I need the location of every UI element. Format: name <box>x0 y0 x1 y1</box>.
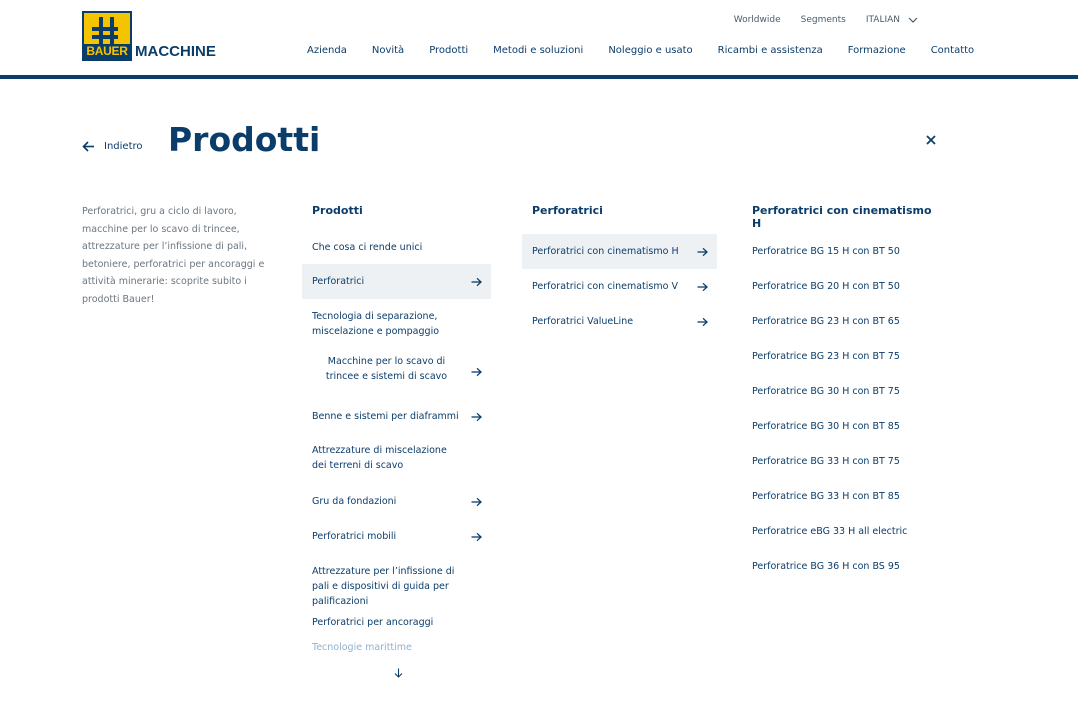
product-link[interactable]: Perforatrice BG 33 H con BT 85 <box>742 479 942 514</box>
product-link-label: Perforatrice BG 23 H con BT 75 <box>752 351 900 362</box>
menu-item-label: Attrezzature di miscelazione dei terreni… <box>312 445 447 471</box>
nav-item-prodotti[interactable]: Prodotti <box>429 45 468 56</box>
product-link-label: Perforatrice BG 36 H con BS 95 <box>752 561 900 572</box>
product-link[interactable]: Perforatrice BG 20 H con BT 50 <box>742 269 942 304</box>
menu-item[interactable]: Che cosa ci rende unici <box>302 230 491 264</box>
cinematismo-h-column: Perforatrici con cinematismo H Perforatr… <box>742 204 942 584</box>
menu-item-label: Perforatrici con cinematismo V <box>532 281 678 292</box>
menu-item[interactable]: Perforatrici con cinematismo V <box>522 269 717 304</box>
arrow-right-icon <box>697 282 708 291</box>
arrow-right-icon <box>697 247 708 256</box>
page-title: Prodotti <box>168 120 321 159</box>
menu-item[interactable]: Attrezzature per l’infissione di pali e … <box>302 554 491 607</box>
column-heading: Prodotti <box>312 204 363 217</box>
product-link[interactable]: Perforatrice BG 23 H con BT 75 <box>742 339 942 374</box>
bauer-logo[interactable]: BAUER MACCHINE <box>82 11 216 61</box>
product-link-label: Perforatrice BG 30 H con BT 75 <box>752 386 900 397</box>
menu-item-label: Perforatrici per ancoraggi <box>312 616 434 628</box>
scroll-down-icon[interactable] <box>394 668 403 678</box>
product-link-label: Perforatrice BG 23 H con BT 65 <box>752 316 900 327</box>
menu-item-label: Benne e sistemi per diaframmi <box>312 411 459 422</box>
product-link-label: Perforatrice BG 15 H con BT 50 <box>752 246 900 257</box>
back-label: Indietro <box>104 141 143 152</box>
products-column: Prodotti Che cosa ci rende unici Perfora… <box>302 204 491 660</box>
perforatrici-column: Perforatrici Perforatrici con cinematism… <box>522 204 717 339</box>
main-nav: Azienda Novità Prodotti Metodi e soluzio… <box>307 45 974 56</box>
menu-item-label: Gru da fondazioni <box>312 496 397 507</box>
column-heading: Perforatrici con cinematismo H <box>752 204 932 230</box>
product-link-label: Perforatrice eBG 33 H all electric <box>752 526 908 537</box>
segments-link[interactable]: Segments <box>801 15 846 25</box>
arrow-right-icon <box>471 277 482 286</box>
menu-item-label: Che cosa ci rende unici <box>312 242 423 253</box>
menu-item[interactable]: Attrezzature di miscelazione dei terreni… <box>302 434 491 484</box>
menu-item-label: Perforatrici con cinematismo H <box>532 246 679 257</box>
product-link[interactable]: Perforatrice BG 15 H con BT 50 <box>742 234 942 269</box>
product-link[interactable]: Perforatrice BG 36 H con BS 95 <box>742 549 942 584</box>
menu-item-cinematismo-h[interactable]: Perforatrici con cinematismo H <box>522 234 717 269</box>
chevron-down-icon <box>908 17 918 23</box>
product-link-label: Perforatrice BG 33 H con BT 75 <box>752 456 900 467</box>
product-link-label: Perforatrice BG 30 H con BT 85 <box>752 421 900 432</box>
menu-item-label: Perforatrici mobili <box>312 531 397 542</box>
logo-brand-name: MACCHINE <box>135 43 216 60</box>
product-link[interactable]: Perforatrice BG 23 H con BT 65 <box>742 304 942 339</box>
nav-item-azienda[interactable]: Azienda <box>307 45 347 56</box>
product-link[interactable]: Perforatrice BG 30 H con BT 75 <box>742 374 942 409</box>
menu-item[interactable]: Gru da fondazioni <box>302 484 491 519</box>
menu-item[interactable]: Perforatrici per ancoraggi <box>302 604 491 640</box>
logo-bauer-label: BAUER <box>84 44 130 59</box>
arrow-right-icon <box>471 367 482 377</box>
language-label: ITALIAN <box>865 15 900 25</box>
arrow-right-icon <box>471 497 482 506</box>
back-button[interactable]: Indietro <box>82 141 143 152</box>
nav-item-metodi[interactable]: Metodi e soluzioni <box>493 45 583 56</box>
nav-item-contatto[interactable]: Contatto <box>931 45 974 56</box>
arrow-right-icon <box>471 412 482 421</box>
logo-symbol-icon <box>92 17 118 47</box>
nav-item-novita[interactable]: Novità <box>372 45 404 56</box>
worldwide-link[interactable]: Worldwide <box>734 15 781 25</box>
menu-item[interactable]: Perforatrici ValueLine <box>522 304 717 339</box>
product-link[interactable]: Perforatrice BG 33 H con BT 75 <box>742 444 942 479</box>
nav-item-formazione[interactable]: Formazione <box>848 45 906 56</box>
menu-item-perforatrici[interactable]: Perforatrici <box>302 264 491 299</box>
product-link-label: Perforatrice BG 33 H con BT 85 <box>752 491 900 502</box>
column-heading: Perforatrici <box>532 204 603 217</box>
menu-item[interactable]: Macchine per lo scavo di trincee e siste… <box>302 349 491 399</box>
menu-item-label: Perforatrici ValueLine <box>532 316 634 327</box>
product-link[interactable]: Perforatrice eBG 33 H all electric <box>742 514 942 549</box>
language-selector[interactable]: ITALIAN <box>866 15 918 25</box>
intro-text: Perforatrici, gru a ciclo di lavoro, mac… <box>82 206 265 305</box>
menu-item-label: Tecnologie marittime <box>312 642 412 653</box>
menu-item-label: Tecnologia di separazione, miscelazione … <box>312 311 440 337</box>
menu-item-label: Macchine per lo scavo di trincee e siste… <box>325 356 448 382</box>
header-divider <box>0 75 1078 79</box>
close-icon[interactable] <box>924 133 938 147</box>
menu-item-label: Attrezzature per l’infissione di pali e … <box>312 566 455 607</box>
logo-mark: BAUER <box>82 11 132 61</box>
nav-item-ricambi[interactable]: Ricambi e assistenza <box>718 45 823 56</box>
product-link-label: Perforatrice BG 20 H con BT 50 <box>752 281 900 292</box>
arrow-right-icon <box>697 317 708 326</box>
menu-item[interactable]: Benne e sistemi per diaframmi <box>302 399 491 434</box>
nav-item-noleggio[interactable]: Noleggio e usato <box>608 45 692 56</box>
menu-item[interactable]: Tecnologia di separazione, miscelazione … <box>302 299 491 349</box>
utility-nav: Worldwide Segments ITALIAN <box>734 15 918 25</box>
menu-item-faded[interactable]: Tecnologie marittime <box>302 640 491 660</box>
menu-item[interactable]: Perforatrici mobili <box>302 519 491 554</box>
arrow-right-icon <box>471 532 482 541</box>
menu-item-label: Perforatrici <box>312 276 365 287</box>
product-link[interactable]: Perforatrice BG 30 H con BT 85 <box>742 409 942 444</box>
arrow-left-icon <box>82 141 94 152</box>
